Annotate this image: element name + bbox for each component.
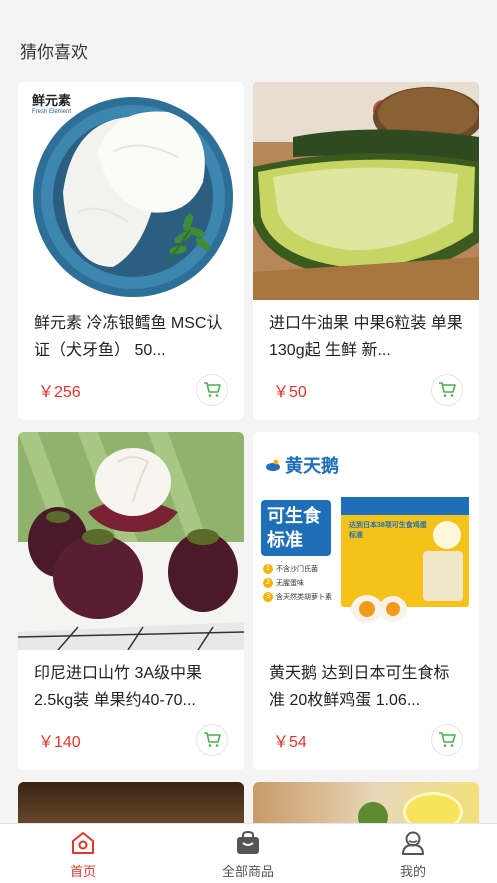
feature-list: 1 不含沙门氏菌 2 无腥蛋味 3 含天然类胡萝卜素 [263, 564, 343, 602]
product-card[interactable]: 进口牛油果 中果6粒装 单果130g起 生鲜 新... ￥50 [253, 82, 479, 420]
add-to-cart-button[interactable] [196, 374, 228, 406]
home-icon [72, 832, 94, 854]
bottom-tab-bar: 首页 全部商品 我的 [0, 823, 497, 883]
add-to-cart-button[interactable] [431, 724, 463, 756]
add-to-cart-button[interactable] [196, 724, 228, 756]
bag-icon [237, 830, 259, 854]
brand-logo: 黄天鹅 [265, 452, 339, 478]
product-price: ￥256 [38, 384, 81, 401]
product-image[interactable]: 黄天鹅 达到日本38项可生食鸡蛋标准 可生食标准 1 不含沙门氏菌 2 无腥蛋味 3… [253, 432, 479, 650]
product-title[interactable]: 鲜元素 冷冻银鳕鱼 MSC认证（犬牙鱼） 50... [34, 310, 230, 364]
product-image[interactable]: 鲜元素 Fresh Element [18, 82, 244, 300]
product-title[interactable]: 印尼进口山竹 3A级中果 2.5kg装 单果约40-70... [34, 660, 230, 714]
swan-logo-icon [266, 459, 280, 471]
tab-home[interactable]: 首页 [23, 824, 143, 883]
product-price: ￥50 [273, 384, 307, 401]
section-title: 猜你喜欢 [20, 43, 88, 62]
tab-label: 首页 [69, 864, 96, 879]
add-to-cart-button[interactable] [431, 374, 463, 406]
product-image[interactable] [18, 432, 244, 650]
brand-logo: 鲜元素 Fresh Element [32, 93, 72, 115]
product-title[interactable]: 进口牛油果 中果6粒装 单果130g起 生鲜 新... [269, 310, 465, 364]
product-price: ￥140 [38, 734, 81, 751]
product-image[interactable] [253, 82, 479, 300]
product-price: ￥54 [273, 734, 307, 751]
product-card[interactable]: 印尼进口山竹 3A级中果 2.5kg装 单果约40-70... ￥140 [18, 432, 244, 770]
user-icon [402, 831, 424, 855]
cart-icon [439, 732, 456, 747]
product-title[interactable]: 黄天鹅 达到日本可生食标准 20枚鲜鸡蛋 1.06... [269, 660, 465, 714]
tab-label: 全部商品 [221, 864, 274, 879]
headline-box: 可生食标准 [261, 500, 331, 556]
product-card[interactable]: 黄天鹅 达到日本38项可生食鸡蛋标准 可生食标准 1 不含沙门氏菌 2 无腥蛋味 3… [253, 432, 479, 770]
cart-icon [204, 382, 221, 397]
product-card[interactable]: 鲜元素 Fresh Element 鲜元素 冷冻银鳕鱼 MSC认证（犬牙鱼） 5… [18, 82, 244, 420]
egg-image [351, 595, 407, 623]
cart-icon [439, 382, 456, 397]
tab-mine[interactable]: 我的 [353, 824, 473, 883]
cart-icon [204, 732, 221, 747]
tab-all-products[interactable]: 全部商品 [188, 824, 308, 883]
tab-label: 我的 [399, 864, 426, 879]
